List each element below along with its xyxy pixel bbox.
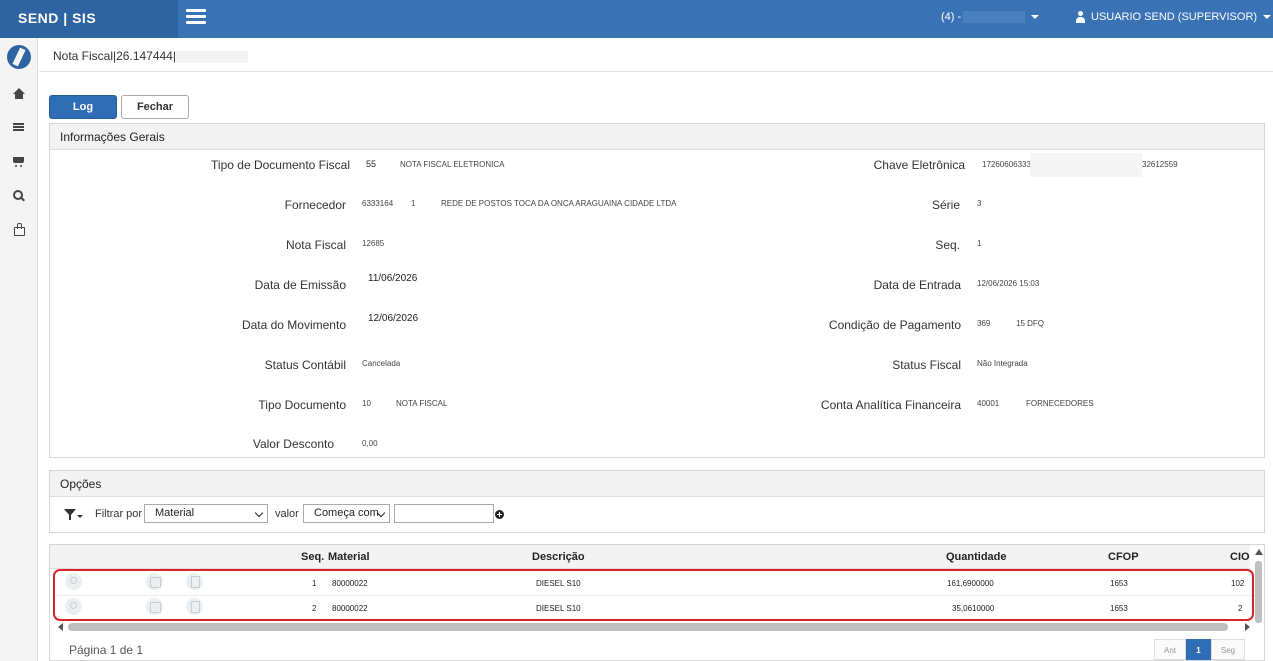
nota-fiscal-label: Nota Fiscal <box>285 238 346 252</box>
rows-highlight-annotation <box>53 569 1254 621</box>
redacted-company-name <box>963 11 1026 24</box>
col-material[interactable]: Material <box>328 551 370 563</box>
valor-desconto-label: Valor Desconto <box>252 437 334 451</box>
close-button[interactable]: Fechar <box>121 95 189 119</box>
tipo-doc-fiscal-text: NOTA FISCAL ELETRONICA <box>400 160 505 169</box>
seq-label: Seq. <box>935 238 960 252</box>
col-cfop[interactable]: CFOP <box>1108 551 1139 563</box>
col-descricao[interactable]: Descrição <box>532 551 585 563</box>
pager-page-button[interactable]: 1 <box>1186 639 1211 660</box>
seq-value: 1 <box>977 239 982 248</box>
scroll-right-icon[interactable] <box>1245 623 1250 631</box>
data-entrada-value: 12/06/2026 15:03 <box>977 279 1040 288</box>
list-icon[interactable] <box>12 122 26 134</box>
horizontal-scrollbar[interactable] <box>56 622 1252 632</box>
condicao-pagamento-label: Condição de Pagamento <box>828 318 961 332</box>
chevron-down-icon <box>77 515 83 518</box>
condicao-pagamento-text: 15 DFQ <box>1016 319 1045 328</box>
condicao-pagamento-code: 369 <box>977 319 991 328</box>
chave-eletronica-end: 32612559 <box>1142 160 1178 169</box>
redacted-breadcrumb <box>175 50 248 63</box>
user-icon <box>1075 11 1086 24</box>
chevron-down-icon <box>254 508 264 518</box>
chevron-down-icon <box>1263 15 1272 20</box>
redacted-chave <box>1030 153 1142 177</box>
chave-eletronica-start: 17260606333 <box>982 160 1031 169</box>
vertical-scrollbar[interactable] <box>1254 547 1264 627</box>
grid-header: Seq. Material Descrição Quantidade CFOP … <box>50 545 1250 569</box>
search-icon[interactable] <box>12 190 26 202</box>
fornecedor-code: 6333164 <box>362 199 394 208</box>
filter-value-input[interactable] <box>394 504 494 523</box>
valor-desconto-value: 0,00 <box>362 439 378 448</box>
user-menu[interactable]: USUARIO SEND (SUPERVISOR) <box>1075 11 1272 24</box>
home-icon[interactable] <box>12 88 26 100</box>
fornecedor-label: Fornecedor <box>284 198 346 212</box>
pager-next-button[interactable]: Seg <box>1211 639 1245 660</box>
thumbs-up-icon[interactable] <box>12 223 26 236</box>
col-seq[interactable]: Seq. <box>301 551 324 563</box>
divider <box>39 71 1273 72</box>
tipo-doc-fiscal-label: Tipo de Documento Fiscal <box>211 158 350 172</box>
col-cio[interactable]: CIO <box>1230 551 1250 563</box>
nota-fiscal-value: 12685 <box>362 239 385 248</box>
data-emissao-value: 11/06/2026 <box>368 273 418 284</box>
data-entrada-label: Data de Entrada <box>873 278 961 292</box>
filter-by-label: Filtrar por <box>95 508 143 520</box>
scroll-up-icon[interactable] <box>1255 549 1263 555</box>
tipo-documento-text: NOTA FISCAL <box>396 399 448 408</box>
top-bar: SEND | SIS (4) - USUARIO SEND (SUPERVISO… <box>0 0 1273 38</box>
data-movimento-label: Data do Movimento <box>241 318 346 332</box>
user-name: USUARIO SEND (SUPERVISOR) <box>1091 11 1258 23</box>
status-contabil-label: Status Contábil <box>264 358 346 372</box>
status-contabil-value: Cancelada <box>362 359 401 368</box>
serie-label: Série <box>931 198 960 212</box>
chave-eletronica-label: Chave Eletrônica <box>873 158 965 172</box>
status-fiscal-label: Status Fiscal <box>892 358 961 372</box>
chevron-down-icon <box>1031 15 1040 20</box>
tipo-documento-label: Tipo Documento <box>258 398 346 412</box>
fornecedor-name: REDE DE POSTOS TOCA DA ONCA ARAGUAINA CI… <box>441 199 677 208</box>
fornecedor-seq: 1 <box>411 199 416 208</box>
filter-field-select[interactable]: Material <box>144 504 268 523</box>
conta-analitica-text: FORNECEDORES <box>1026 399 1094 408</box>
tipo-documento-code: 10 <box>362 399 371 408</box>
data-emissao-label: Data de Emissão <box>254 278 346 292</box>
data-movimento-value: 12/06/2026 <box>368 313 419 324</box>
sidebar <box>0 38 38 661</box>
cart-icon[interactable] <box>12 156 26 168</box>
filter-field-value: Material <box>155 507 195 519</box>
scroll-thumb[interactable] <box>1255 561 1262 623</box>
breadcrumb-text: Nota Fiscal|26.147444| <box>53 49 176 63</box>
conta-analitica-code: 40001 <box>977 399 1000 408</box>
add-filter-icon[interactable] <box>495 510 504 519</box>
hamburger-menu-icon[interactable] <box>186 9 206 25</box>
operator-select[interactable]: Começa com <box>303 504 390 523</box>
scroll-left-icon[interactable] <box>58 623 63 631</box>
serie-value: 3 <box>977 199 982 208</box>
col-quantidade[interactable]: Quantidade <box>946 551 1007 563</box>
breadcrumb: Nota Fiscal|26.147444| <box>53 49 248 63</box>
operator-value: Começa com <box>314 507 379 519</box>
brand-logo[interactable]: SEND | SIS <box>0 0 178 38</box>
value-label: valor <box>275 508 299 520</box>
conta-analitica-label: Conta Analítica Financeira <box>820 398 961 412</box>
options-panel: Opções <box>49 470 1265 533</box>
scroll-thumb[interactable] <box>68 623 1228 631</box>
company-selector[interactable]: (4) - <box>941 11 1040 24</box>
pager-prev-button[interactable]: Ant <box>1154 639 1186 660</box>
pager-info: Página 1 de 1 <box>69 643 144 657</box>
company-label: (4) - <box>941 11 962 23</box>
tipo-doc-fiscal-code: 55 <box>366 159 377 169</box>
app-logo-icon <box>7 45 31 69</box>
status-fiscal-value: Não Integrada <box>977 359 1028 368</box>
general-info-title: Informações Gerais <box>50 124 1264 150</box>
log-button[interactable]: Log <box>49 95 117 119</box>
options-title: Opções <box>50 471 1264 497</box>
